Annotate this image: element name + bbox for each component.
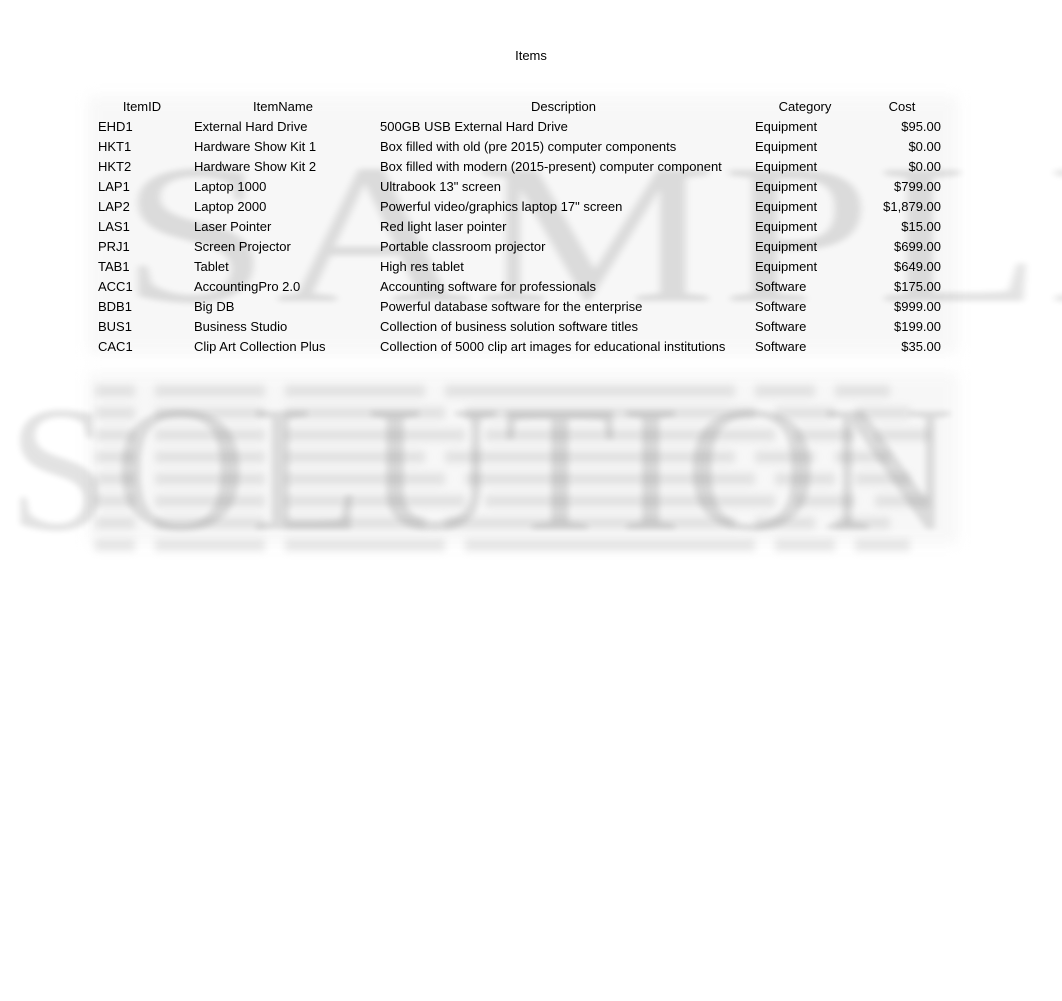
table-row: TAB1 Tablet High res tablet Equipment $649.0… [94, 256, 945, 276]
cell-itemid: ACC1 [98, 278, 133, 294]
cell-cost: $699.00 [894, 238, 941, 254]
cell-category: Software [755, 278, 807, 294]
watermark-solution: SOLUTION [8, 369, 959, 568]
cell-cost: $199.00 [894, 318, 941, 334]
table-row: HKT1 Hardware Show Kit 1 Box filled with o… [94, 136, 945, 156]
table-row: HKT2 Hardware Show Kit 2 Box filled with m… [94, 156, 945, 176]
cell-description: Ultrabook 13" screen [380, 178, 501, 194]
table-header-row: ItemID ItemName Description Category Cos… [94, 96, 945, 116]
cell-itemname: Business Studio [194, 318, 288, 334]
cell-category: Equipment [755, 238, 818, 254]
cell-itemid: LAP1 [98, 178, 130, 194]
cell-itemid: CAC1 [98, 338, 133, 354]
cell-itemname: External Hard Drive [194, 118, 308, 134]
cell-description: Collection of business solution software… [380, 318, 638, 334]
table-row: LAP2 Laptop 2000 Powerful video/graphics l… [94, 196, 945, 216]
cell-itemname: Screen Projector [194, 238, 291, 254]
header-description: Description [530, 98, 597, 114]
header-itemname: ItemName [253, 98, 313, 114]
header-itemid: ItemID [122, 98, 162, 114]
table-row: BUS1 Business Studio Collection of busines… [94, 316, 945, 336]
cell-description: Collection of 5000 clip art images for e… [380, 338, 726, 354]
cell-cost: $15.00 [901, 218, 941, 234]
cell-category: Software [755, 298, 807, 314]
cell-description: Box filled with modern (2015-present) co… [380, 158, 722, 174]
table-row: ACC1 AccountingPro 2.0 Accounting software… [94, 276, 945, 296]
table-row: LAP1 Laptop 1000 Ultrabook 13" screen Equip… [94, 176, 945, 196]
cell-itemname: Laser Pointer [194, 218, 272, 234]
cell-description: Portable classroom projector [380, 238, 546, 254]
cell-category: Equipment [755, 258, 818, 274]
table-row: CAC1 Clip Art Collection Plus Collection o… [94, 336, 945, 356]
cell-itemname: Laptop 1000 [194, 178, 267, 194]
cell-category: Equipment [755, 158, 818, 174]
cell-description: Powerful video/graphics laptop 17" scree… [380, 198, 623, 214]
cell-itemid: BDB1 [98, 298, 132, 314]
cell-description: Red light laser pointer [380, 218, 507, 234]
document-title: Items [515, 48, 547, 63]
cell-itemname: Laptop 2000 [194, 198, 267, 214]
cell-category: Equipment [755, 218, 818, 234]
cell-category: Equipment [755, 138, 818, 154]
cell-itemname: Big DB [194, 298, 235, 314]
cell-itemname: Tablet [194, 258, 229, 274]
cell-category: Software [755, 318, 807, 334]
cell-itemname: AccountingPro 2.0 [194, 278, 301, 294]
cell-cost: $0.00 [908, 138, 941, 154]
cell-category: Equipment [755, 178, 818, 194]
cell-cost: $999.00 [894, 298, 941, 314]
cell-itemid: HKT2 [98, 158, 132, 174]
table-row: LAS1 Laser Pointer Red light laser pointer… [94, 216, 945, 236]
table-row: PRJ1 Screen Projector Portable classroom p… [94, 236, 945, 256]
cell-itemid: LAS1 [98, 218, 130, 234]
header-category: Category [778, 98, 832, 114]
cell-cost: $175.00 [894, 278, 941, 294]
cell-itemname: Clip Art Collection Plus [194, 338, 326, 354]
cell-itemid: LAP2 [98, 198, 130, 214]
cell-itemid: TAB1 [98, 258, 130, 274]
cell-itemname: Hardware Show Kit 1 [194, 138, 317, 154]
cell-itemname: Hardware Show Kit 2 [194, 158, 317, 174]
header-cost: Cost [888, 98, 916, 114]
cell-cost: $0.00 [908, 158, 941, 174]
cell-description: Accounting software for professionals [380, 278, 597, 294]
cell-itemid: BUS1 [98, 318, 132, 334]
cell-cost: $649.00 [894, 258, 941, 274]
cell-cost: $95.00 [901, 118, 941, 134]
cell-description: High res tablet [380, 258, 464, 274]
items-table: ItemID ItemName Description Category Cos… [94, 96, 945, 356]
cell-category: Equipment [755, 118, 818, 134]
cell-cost: $35.00 [901, 338, 941, 354]
cell-cost: $1,879.00 [883, 198, 941, 214]
table-row: EHD1 External Hard Drive 500GB USB Externa… [94, 116, 945, 136]
cell-description: Box filled with old (pre 2015) computer … [380, 138, 677, 154]
cell-itemid: EHD1 [98, 118, 133, 134]
cell-itemid: HKT1 [98, 138, 132, 154]
cell-category: Software [755, 338, 807, 354]
cell-cost: $799.00 [894, 178, 941, 194]
cell-description: Powerful database software for the enter… [380, 298, 643, 314]
cell-description: 500GB USB External Hard Drive [380, 118, 568, 134]
table-row: BDB1 Big DB Powerful database software for… [94, 296, 945, 316]
cell-itemid: PRJ1 [98, 238, 130, 254]
cell-category: Equipment [755, 198, 818, 214]
